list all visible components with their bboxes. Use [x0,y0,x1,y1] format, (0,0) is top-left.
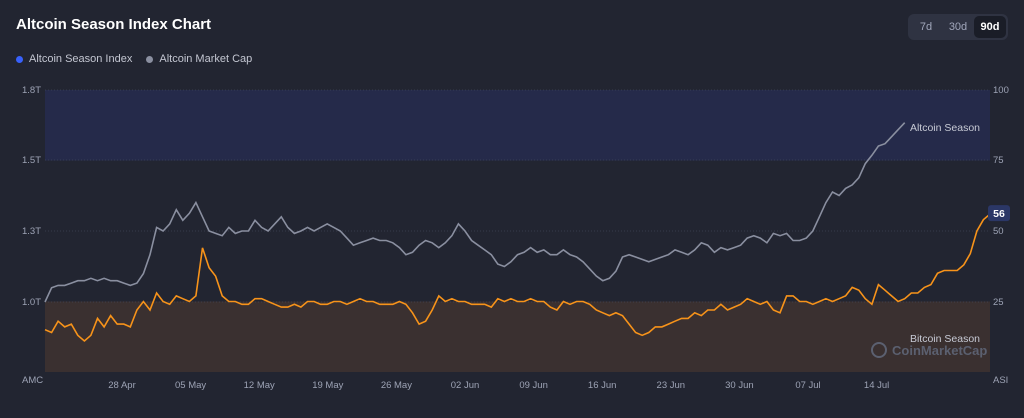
bitcoin-season-zone [45,301,990,372]
y-right-tick-label: 50 [993,226,1004,237]
x-tick-label: 07 Jul [795,380,820,391]
chart-svg: 1.8T 1.5T 1.3T 1.0T AMC 100 75 50 25 ASI 28 Apr 05 … [22,85,1010,391]
x-tick-label: 05 May [175,380,206,391]
x-tick-label: 26 May [381,380,412,391]
x-tick-label: 09 Jun [519,380,548,391]
end-value-label: 56 [993,208,1005,220]
y-right-tick-label: ASI [993,375,1008,386]
x-tick-label: 12 May [244,380,275,391]
x-tick-label: 28 Apr [108,380,135,391]
x-tick-label: 19 May [312,380,343,391]
y-right-tick-label: 25 [993,297,1004,308]
x-tick-label: 16 Jun [588,380,617,391]
x-tick-label: 23 Jun [657,380,686,391]
x-tick-label: 14 Jul [864,380,889,391]
y-right-tick-label: 100 [993,85,1009,96]
watermark-text: CoinMarketCap [892,343,987,358]
altcoin-season-label: Altcoin Season [910,122,980,134]
y-left-tick-label: 1.8T [22,85,41,96]
end-value-badge: 56 [988,205,1010,222]
y-left-tick-label: 1.0T [22,297,41,308]
altcoin-season-zone [45,90,990,161]
y-right-tick-label: 75 [993,155,1004,166]
y-left-tick-label: 1.5T [22,155,41,166]
x-tick-label: 02 Jun [451,380,480,391]
y-left-tick-label: 1.3T [22,226,41,237]
y-left-tick-label: AMC [22,375,43,386]
x-tick-label: 30 Jun [725,380,754,391]
